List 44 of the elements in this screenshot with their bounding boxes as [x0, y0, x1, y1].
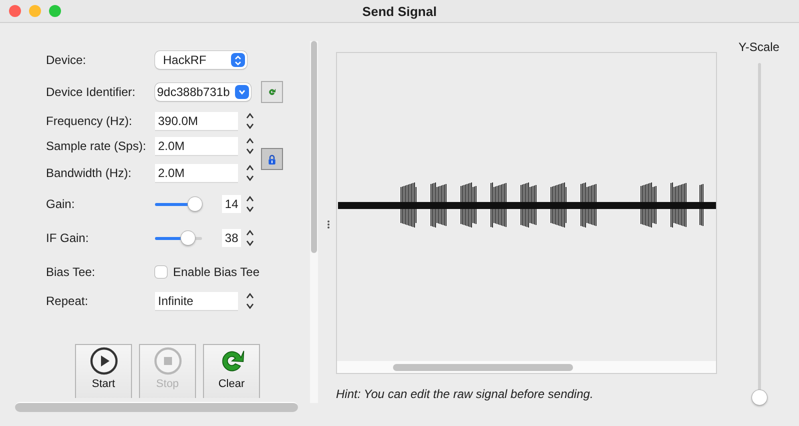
scrollbar[interactable] — [310, 41, 318, 403]
stepper[interactable] — [245, 111, 255, 131]
field-label: Bias Tee: — [46, 265, 96, 279]
input-field[interactable]: 2.0M — [155, 136, 238, 156]
y-scale-label: Y-Scale — [738, 40, 780, 54]
stepper-icon — [231, 53, 245, 67]
stepper[interactable] — [245, 136, 255, 156]
input-field[interactable]: 390.0M — [155, 112, 238, 130]
refresh-button[interactable] — [261, 81, 283, 103]
field-label: Sample rate (Sps): — [46, 139, 148, 153]
splitter-handle-icon[interactable] — [326, 220, 330, 229]
window-title: Send Signal — [362, 4, 437, 18]
field-label: Device: — [46, 53, 88, 67]
hint-text: Hint: You can edit the raw signal before sending. — [336, 387, 594, 401]
field-label: Gain: — [46, 197, 76, 211]
scrollbar[interactable] — [393, 364, 573, 371]
chevron-down-icon — [235, 85, 249, 99]
refresh-icon — [222, 350, 244, 372]
start-button[interactable]: Start — [75, 344, 132, 398]
device-dropdown[interactable]: HackRF — [155, 51, 247, 69]
stepper[interactable] — [245, 194, 255, 214]
field-label: Frequency (Hz): — [46, 114, 134, 128]
stepper[interactable] — [245, 291, 255, 311]
signal-view[interactable] — [336, 52, 717, 374]
input-field[interactable]: Infinite — [155, 292, 238, 310]
stepper[interactable] — [245, 228, 255, 248]
input-field[interactable]: 2.0M — [155, 164, 238, 182]
stop-icon — [154, 347, 182, 375]
play-icon — [90, 347, 118, 375]
input-field[interactable]: 14 — [222, 195, 241, 213]
clear-button[interactable]: Clear — [203, 344, 260, 398]
close-button[interactable] — [9, 5, 21, 17]
refresh-icon — [269, 88, 276, 95]
checkbox-label: Enable Bias Tee — [173, 265, 260, 279]
identifier-combo-box[interactable]: 9dc388b731b — [155, 83, 251, 101]
field-label: Repeat: — [46, 294, 90, 308]
field-label: IF Gain: — [46, 231, 90, 245]
field-label: Device Identifier: — [46, 85, 136, 99]
checkbox[interactable] — [155, 266, 167, 278]
lock-button[interactable] — [261, 148, 283, 170]
stepper[interactable] — [245, 163, 255, 183]
input-field[interactable]: 38 — [222, 229, 241, 247]
scrollbar[interactable] — [15, 402, 298, 412]
field-label: Bandwidth (Hz): — [46, 166, 132, 180]
